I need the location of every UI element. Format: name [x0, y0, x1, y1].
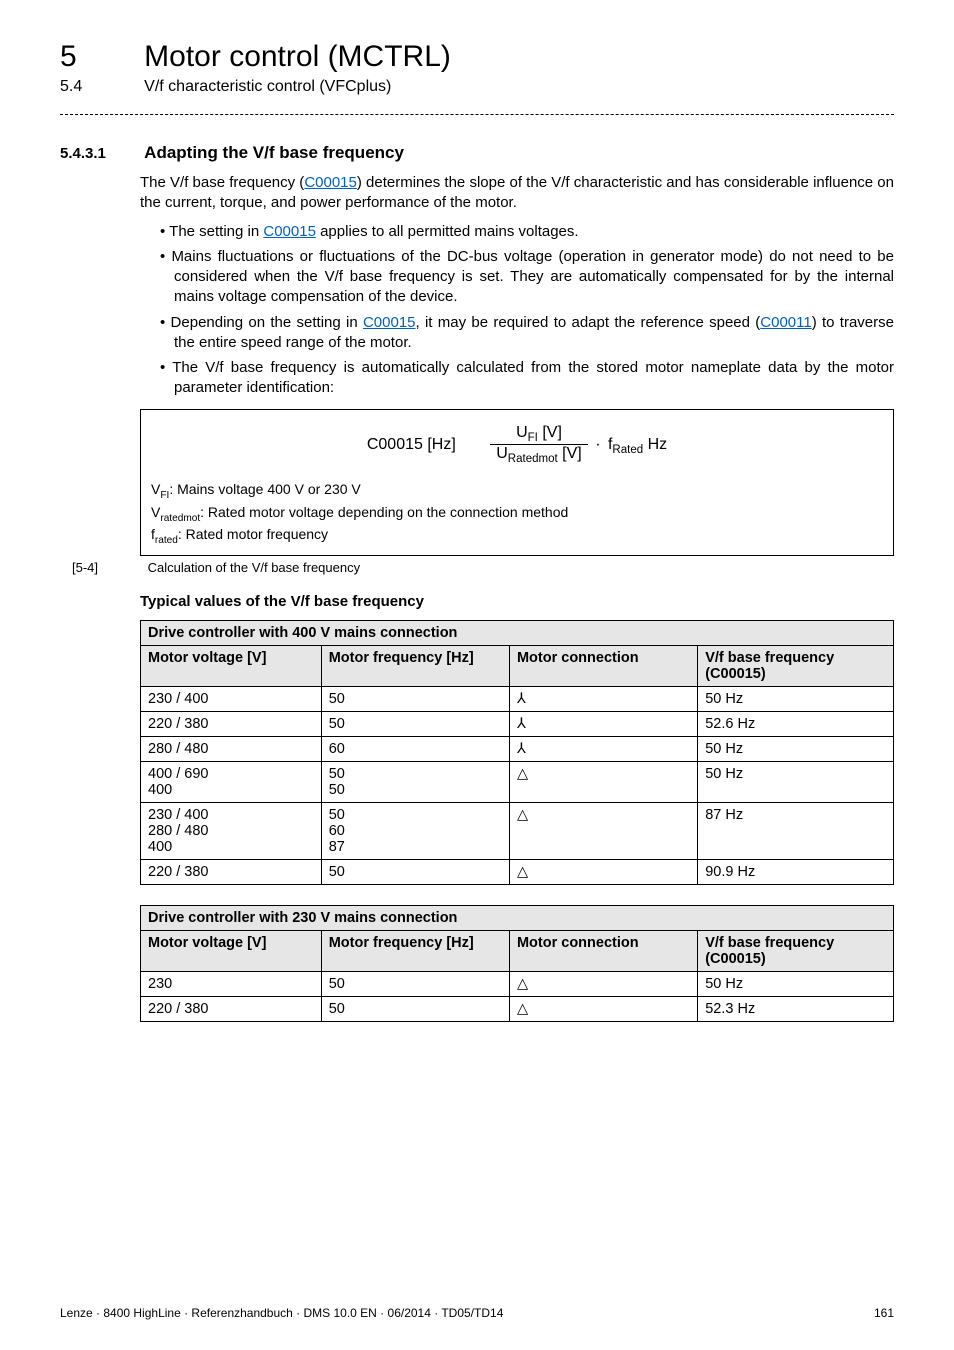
typical-heading: Typical values of the V/f base frequency	[140, 593, 894, 610]
formula-numerator: UFI [V]	[490, 424, 588, 446]
link-c00015[interactable]: C00015	[363, 314, 416, 331]
table-body: 23050△50 Hz220 / 38050△52.3 Hz	[141, 972, 894, 1022]
subheading-row: 5.4 V/f characteristic control (VFCplus)	[60, 78, 894, 96]
table-230v: Drive controller with 230 V mains connec…	[140, 905, 894, 1022]
col-header: V/f base frequency(C00015)	[698, 931, 894, 972]
figure-caption: [5-4] Calculation of the V/f base freque…	[66, 560, 894, 575]
table-cell: 50 Hz	[698, 972, 894, 997]
col-header: V/f base frequency(C00015)	[698, 646, 894, 687]
bullet-item: Depending on the setting in C00015, it m…	[160, 313, 894, 354]
table-cell: 230 / 400280 / 480400	[141, 803, 322, 860]
section-number: 5.4.3.1	[60, 145, 140, 162]
page-footer: Lenze · 8400 HighLine · Referenzhandbuch…	[60, 1306, 894, 1320]
bullet-item: The V/f base frequency is automatically …	[160, 358, 894, 399]
subhead-number: 5.4	[60, 78, 140, 96]
table-cell: 400 / 690400	[141, 762, 322, 803]
bullet-list: The setting in C00015 applies to all per…	[140, 222, 894, 399]
table-title: Drive controller with 400 V mains connec…	[141, 621, 894, 646]
table-400v: Drive controller with 400 V mains connec…	[140, 620, 894, 885]
section-heading: 5.4.3.1 Adapting the V/f base frequency	[60, 143, 894, 163]
table-cell: △	[509, 762, 697, 803]
col-header: Motor frequency [Hz]	[321, 931, 509, 972]
table-cell: 50 Hz	[698, 687, 894, 712]
table-row: 280 / 48060⅄50 Hz	[141, 737, 894, 762]
col-header: Motor voltage [V]	[141, 646, 322, 687]
col-header: Motor connection	[509, 646, 697, 687]
col-header: Motor voltage [V]	[141, 931, 322, 972]
table-cell: ⅄	[509, 737, 697, 762]
table-cell: 506087	[321, 803, 509, 860]
table-cell: 52.6 Hz	[698, 712, 894, 737]
table-row: 220 / 38050△90.9 Hz	[141, 860, 894, 885]
table-cell: ⅄	[509, 687, 697, 712]
table-cell: ⅄	[509, 712, 697, 737]
text: The V/f base frequency (	[140, 174, 304, 191]
table-row: 230 / 400280 / 480400506087△87 Hz	[141, 803, 894, 860]
caption-text: Calculation of the V/f base frequency	[148, 560, 360, 575]
table-cell: △	[509, 803, 697, 860]
legend-line: VFI: Mains voltage 400 V or 230 V	[151, 480, 883, 502]
table-cell: 52.3 Hz	[698, 997, 894, 1022]
page-number: 161	[874, 1306, 894, 1320]
table-cell: 230	[141, 972, 322, 997]
table-cell: 280 / 480	[141, 737, 322, 762]
table-row: 23050△50 Hz	[141, 972, 894, 997]
table-cell: △	[509, 860, 697, 885]
text: Depending on the setting in	[171, 314, 363, 331]
intro-paragraph: The V/f base frequency (C00015) determin…	[140, 173, 894, 214]
divider-dashed	[60, 114, 894, 115]
table-cell: 50	[321, 860, 509, 885]
section-title: Adapting the V/f base frequency	[144, 143, 404, 162]
caption-label: [5-4]	[72, 560, 144, 575]
text: , it may be required to adapt the refere…	[416, 314, 761, 331]
formula-trail: · fRated Hz	[592, 436, 667, 453]
legend-line: Vratedmot: Rated motor voltage depending…	[151, 503, 883, 525]
table-cell: 230 / 400	[141, 687, 322, 712]
table-cell: 60	[321, 737, 509, 762]
table-cell: 50	[321, 997, 509, 1022]
col-header: Motor frequency [Hz]	[321, 646, 509, 687]
bullet-item: The setting in C00015 applies to all per…	[160, 222, 894, 242]
table-cell: △	[509, 997, 697, 1022]
link-c00015[interactable]: C00015	[304, 174, 357, 191]
table-cell: 50	[321, 972, 509, 997]
formula-denominator: URatedmot [V]	[490, 445, 588, 466]
table-cell: 50	[321, 712, 509, 737]
formula-box: C00015 [Hz] UFI [V] URatedmot [V] · fRat…	[140, 409, 894, 557]
chapter-heading: 5 Motor control (MCTRL)	[60, 40, 894, 74]
bullet-item: Mains fluctuations or fluctuations of th…	[160, 247, 894, 308]
table-cell: 5050	[321, 762, 509, 803]
table-cell: 220 / 380	[141, 997, 322, 1022]
formula-lhs: C00015 [Hz]	[367, 436, 486, 453]
table-cell: 220 / 380	[141, 712, 322, 737]
formula-legend: VFI: Mains voltage 400 V or 230 V Vrated…	[141, 476, 893, 555]
subhead-title: V/f characteristic control (VFCplus)	[144, 78, 391, 95]
table-cell: 50 Hz	[698, 762, 894, 803]
table-cell: △	[509, 972, 697, 997]
text: applies to all permitted mains voltages.	[316, 223, 579, 240]
col-header: Motor connection	[509, 931, 697, 972]
chapter-title: Motor control (MCTRL)	[144, 40, 451, 73]
table-cell: 90.9 Hz	[698, 860, 894, 885]
table-row: 400 / 6904005050△50 Hz	[141, 762, 894, 803]
formula: C00015 [Hz] UFI [V] URatedmot [V] · fRat…	[141, 410, 893, 477]
table-cell: 50 Hz	[698, 737, 894, 762]
table-body: 230 / 40050⅄50 Hz220 / 38050⅄52.6 Hz280 …	[141, 687, 894, 885]
table-cell: 50	[321, 687, 509, 712]
link-c00011[interactable]: C00011	[760, 314, 811, 331]
formula-fraction: UFI [V] URatedmot [V]	[490, 424, 588, 467]
table-cell: 87 Hz	[698, 803, 894, 860]
text: The setting in	[169, 223, 263, 240]
legend-line: frated: Rated motor frequency	[151, 525, 883, 547]
chapter-number: 5	[60, 40, 140, 74]
table-row: 220 / 38050⅄52.6 Hz	[141, 712, 894, 737]
table-title: Drive controller with 230 V mains connec…	[141, 906, 894, 931]
footer-left: Lenze · 8400 HighLine · Referenzhandbuch…	[60, 1306, 503, 1320]
table-row: 230 / 40050⅄50 Hz	[141, 687, 894, 712]
table-row: 220 / 38050△52.3 Hz	[141, 997, 894, 1022]
table-cell: 220 / 380	[141, 860, 322, 885]
link-c00015[interactable]: C00015	[263, 223, 316, 240]
